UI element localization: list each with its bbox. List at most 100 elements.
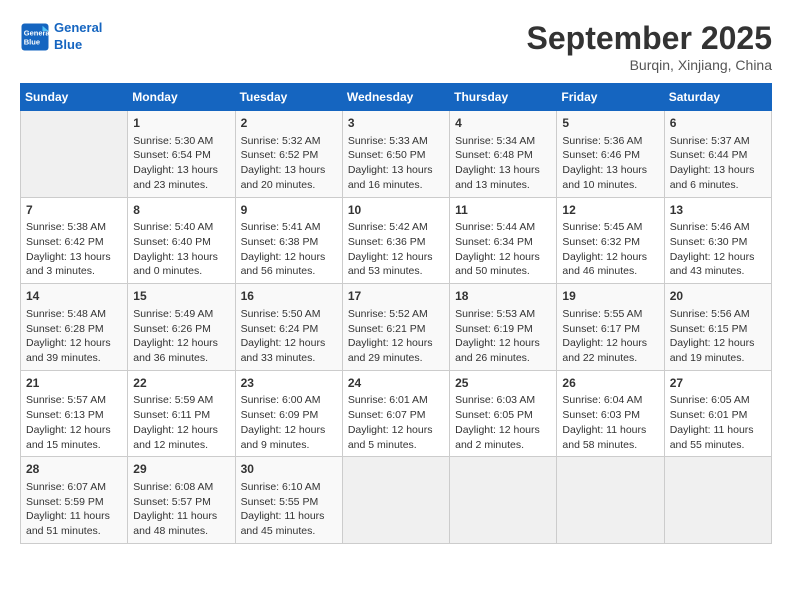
day-info: Daylight: 12 hours: [133, 336, 229, 351]
day-number: 27: [670, 375, 766, 392]
day-info: Sunset: 6:24 PM: [241, 322, 337, 337]
day-info: and 19 minutes.: [670, 351, 766, 366]
calendar-body: 1Sunrise: 5:30 AMSunset: 6:54 PMDaylight…: [21, 111, 772, 544]
day-info: Daylight: 13 hours: [26, 250, 122, 265]
calendar-cell: 2Sunrise: 5:32 AMSunset: 6:52 PMDaylight…: [235, 111, 342, 198]
day-info: Sunset: 5:59 PM: [26, 495, 122, 510]
day-info: Sunset: 6:34 PM: [455, 235, 551, 250]
logo: General Blue General Blue: [20, 20, 102, 54]
day-info: and 45 minutes.: [241, 524, 337, 539]
day-info: Sunset: 6:11 PM: [133, 408, 229, 423]
day-info: Sunset: 6:09 PM: [241, 408, 337, 423]
day-info: and 3 minutes.: [26, 264, 122, 279]
calendar-week-3: 14Sunrise: 5:48 AMSunset: 6:28 PMDayligh…: [21, 284, 772, 371]
day-info: Daylight: 12 hours: [26, 336, 122, 351]
day-info: Sunrise: 5:34 AM: [455, 134, 551, 149]
day-info: and 58 minutes.: [562, 438, 658, 453]
day-info: Daylight: 12 hours: [348, 336, 444, 351]
day-info: Sunrise: 6:08 AM: [133, 480, 229, 495]
day-info: Daylight: 12 hours: [562, 336, 658, 351]
day-info: and 16 minutes.: [348, 178, 444, 193]
calendar-cell: 19Sunrise: 5:55 AMSunset: 6:17 PMDayligh…: [557, 284, 664, 371]
day-info: Sunset: 6:07 PM: [348, 408, 444, 423]
day-info: Sunset: 6:28 PM: [26, 322, 122, 337]
day-info: Daylight: 11 hours: [241, 509, 337, 524]
day-info: and 56 minutes.: [241, 264, 337, 279]
day-info: Sunrise: 5:45 AM: [562, 220, 658, 235]
title-area: September 2025 Burqin, Xinjiang, China: [527, 20, 772, 73]
page-header: General Blue General Blue September 2025…: [20, 20, 772, 73]
day-info: and 50 minutes.: [455, 264, 551, 279]
day-info: Sunset: 6:52 PM: [241, 148, 337, 163]
day-info: and 12 minutes.: [133, 438, 229, 453]
location-subtitle: Burqin, Xinjiang, China: [527, 57, 772, 73]
day-number: 30: [241, 461, 337, 478]
day-info: Sunrise: 6:05 AM: [670, 393, 766, 408]
col-tuesday: Tuesday: [235, 84, 342, 111]
day-number: 26: [562, 375, 658, 392]
day-info: Daylight: 13 hours: [348, 163, 444, 178]
day-info: Daylight: 11 hours: [26, 509, 122, 524]
day-info: and 43 minutes.: [670, 264, 766, 279]
col-thursday: Thursday: [450, 84, 557, 111]
calendar-cell: 10Sunrise: 5:42 AMSunset: 6:36 PMDayligh…: [342, 197, 449, 284]
day-info: and 20 minutes.: [241, 178, 337, 193]
day-number: 16: [241, 288, 337, 305]
day-info: Daylight: 12 hours: [241, 336, 337, 351]
day-info: and 36 minutes.: [133, 351, 229, 366]
col-sunday: Sunday: [21, 84, 128, 111]
month-title: September 2025: [527, 20, 772, 57]
day-number: 11: [455, 202, 551, 219]
day-info: Daylight: 13 hours: [562, 163, 658, 178]
day-info: Sunset: 6:48 PM: [455, 148, 551, 163]
day-number: 14: [26, 288, 122, 305]
day-info: and 10 minutes.: [562, 178, 658, 193]
day-info: Sunset: 6:50 PM: [348, 148, 444, 163]
calendar-week-1: 1Sunrise: 5:30 AMSunset: 6:54 PMDaylight…: [21, 111, 772, 198]
day-info: and 39 minutes.: [26, 351, 122, 366]
day-info: and 29 minutes.: [348, 351, 444, 366]
day-number: 23: [241, 375, 337, 392]
day-info: Sunset: 6:01 PM: [670, 408, 766, 423]
day-info: Daylight: 12 hours: [348, 423, 444, 438]
calendar-cell: 20Sunrise: 5:56 AMSunset: 6:15 PMDayligh…: [664, 284, 771, 371]
calendar-cell: 7Sunrise: 5:38 AMSunset: 6:42 PMDaylight…: [21, 197, 128, 284]
day-info: Sunset: 6:13 PM: [26, 408, 122, 423]
day-number: 9: [241, 202, 337, 219]
day-info: Sunrise: 5:46 AM: [670, 220, 766, 235]
header-row: Sunday Monday Tuesday Wednesday Thursday…: [21, 84, 772, 111]
day-number: 12: [562, 202, 658, 219]
col-saturday: Saturday: [664, 84, 771, 111]
day-info: Daylight: 11 hours: [562, 423, 658, 438]
day-info: Daylight: 12 hours: [455, 423, 551, 438]
col-friday: Friday: [557, 84, 664, 111]
day-info: Sunrise: 5:57 AM: [26, 393, 122, 408]
day-info: and 23 minutes.: [133, 178, 229, 193]
calendar-cell: [450, 457, 557, 544]
calendar-cell: 15Sunrise: 5:49 AMSunset: 6:26 PMDayligh…: [128, 284, 235, 371]
calendar-cell: 16Sunrise: 5:50 AMSunset: 6:24 PMDayligh…: [235, 284, 342, 371]
day-info: and 46 minutes.: [562, 264, 658, 279]
day-info: Sunrise: 5:38 AM: [26, 220, 122, 235]
calendar-cell: 6Sunrise: 5:37 AMSunset: 6:44 PMDaylight…: [664, 111, 771, 198]
calendar-week-2: 7Sunrise: 5:38 AMSunset: 6:42 PMDaylight…: [21, 197, 772, 284]
day-info: Daylight: 12 hours: [348, 250, 444, 265]
day-info: Sunset: 6:17 PM: [562, 322, 658, 337]
calendar-week-4: 21Sunrise: 5:57 AMSunset: 6:13 PMDayligh…: [21, 370, 772, 457]
day-number: 18: [455, 288, 551, 305]
day-info: Daylight: 13 hours: [455, 163, 551, 178]
day-info: Daylight: 12 hours: [241, 250, 337, 265]
day-info: Sunrise: 5:40 AM: [133, 220, 229, 235]
day-info: Daylight: 13 hours: [241, 163, 337, 178]
day-info: Sunrise: 5:41 AM: [241, 220, 337, 235]
day-number: 22: [133, 375, 229, 392]
day-number: 25: [455, 375, 551, 392]
calendar-cell: 22Sunrise: 5:59 AMSunset: 6:11 PMDayligh…: [128, 370, 235, 457]
day-number: 13: [670, 202, 766, 219]
col-wednesday: Wednesday: [342, 84, 449, 111]
day-number: 1: [133, 115, 229, 132]
day-number: 2: [241, 115, 337, 132]
day-number: 4: [455, 115, 551, 132]
day-info: Sunset: 6:32 PM: [562, 235, 658, 250]
day-info: Sunset: 6:54 PM: [133, 148, 229, 163]
